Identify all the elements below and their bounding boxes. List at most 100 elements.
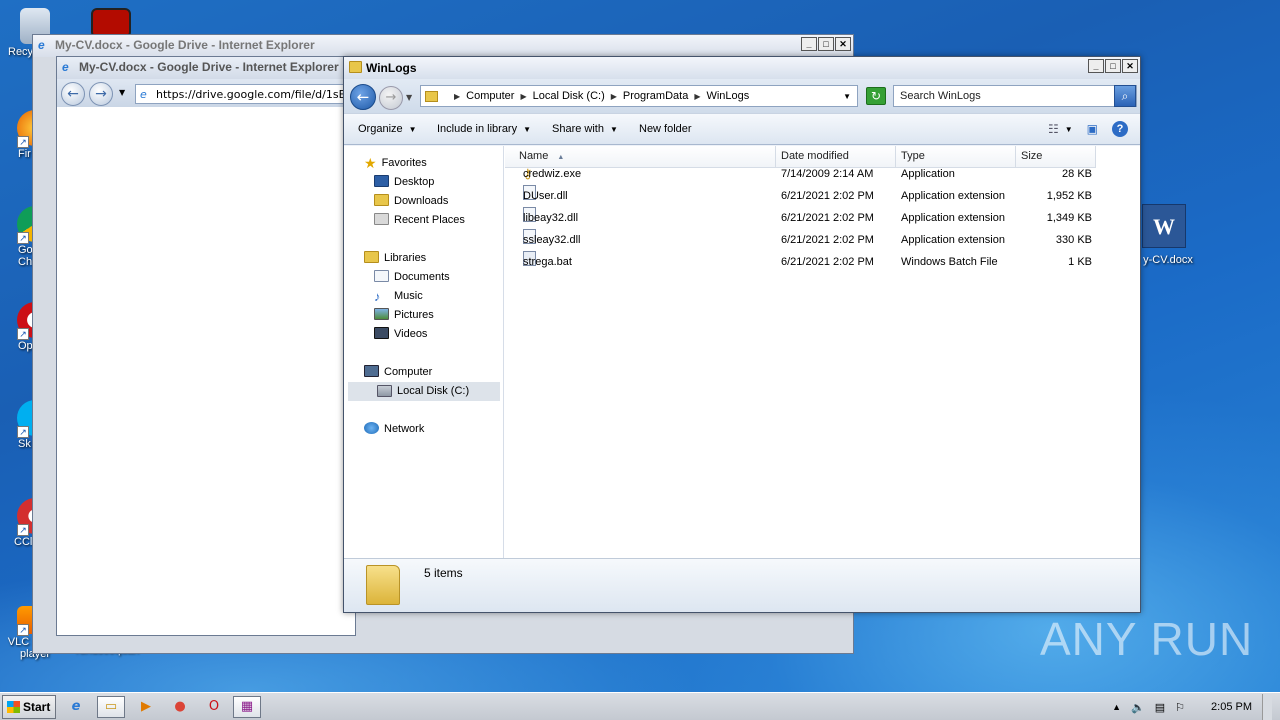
taskbar-winrar-icon[interactable]: ▦ [233,696,261,718]
organize-button[interactable]: Organize ▼ [358,123,417,135]
share-with-button[interactable]: Share with ▼ [552,123,618,135]
nav-item-desktop[interactable]: Desktop [374,173,434,192]
explorer-title: WinLogs [366,61,417,75]
forward-arrow-icon[interactable]: → [89,82,113,106]
ie-back-title: My-CV.docx - Google Drive - Internet Exp… [55,38,315,52]
refresh-icon[interactable]: ↻ [866,87,886,105]
start-label: Start [23,700,51,714]
breadcrumb-item-winlogs[interactable]: WinLogs [706,90,749,102]
maximize-button[interactable]: □ [818,37,834,51]
downloads-icon [374,194,389,206]
search-input[interactable]: Search WinLogs ⌕ [893,85,1137,107]
nav-item-music[interactable]: ♪ Music [374,287,423,306]
file-size: 1,952 KB [1046,190,1092,202]
nav-item-pictures[interactable]: Pictures [374,306,434,325]
view-options-icon[interactable]: ☷ [1048,122,1059,136]
chevron-down-icon[interactable]: ▼ [843,92,851,101]
chevron-down-icon[interactable]: ▼ [1065,125,1073,134]
close-button[interactable]: ✕ [835,37,851,51]
nav-label: Documents [394,271,450,283]
file-date: 7/14/2009 2:14 AM [781,168,874,180]
nav-label: Libraries [384,252,427,264]
chevron-down-icon[interactable]: ▼ [119,88,125,97]
taskbar-media-player-icon[interactable]: ▶ [132,696,160,718]
ie-back-titlebar[interactable]: e My-CV.docx - Google Drive - Internet E… [33,35,853,57]
volume-icon[interactable]: 🔈 [1131,701,1145,714]
explorer-window[interactable]: WinLogs _ □ ✕ ← → ▼ ▶ Computer ▶ Local D… [343,56,1141,613]
word-document-icon[interactable]: W [1142,204,1186,248]
maximize-button[interactable]: □ [1105,59,1121,73]
table-row[interactable]: ⚷ credwiz.exe 7/14/2009 2:14 AM Applicati… [505,163,1140,185]
ie-navbar: ← → ▼ e https://drive.google.com/file/d/… [57,79,365,107]
column-label: Size [1021,150,1043,162]
nav-item-recent-places[interactable]: Recent Places [374,211,465,230]
breadcrumb-item-computer[interactable]: Computer [466,90,514,102]
ie-front-titlebar[interactable]: e My-CV.docx - Google Drive - Internet E… [57,57,355,79]
breadcrumb[interactable]: ▶ Computer ▶ Local Disk (C:) ▶ ProgramDa… [420,85,858,107]
start-button[interactable]: Start [2,695,56,719]
explorer-address-row: ← → ▼ ▶ Computer ▶ Local Disk (C:) ▶ Pro… [344,79,1140,113]
explorer-titlebar[interactable]: WinLogs _ □ ✕ [344,57,1140,79]
taskbar: Start e ▭ ▶ ● O ▦ ▲ 🔈 ▤ ⚐ 2:05 PM [0,692,1280,720]
breadcrumb-item-programdata[interactable]: ProgramData [623,90,688,102]
ie-address-bar[interactable]: e https://drive.google.com/file/d/1sEMF [135,84,365,104]
forward-arrow-icon[interactable]: → [379,86,403,110]
folder-icon [366,565,400,605]
breadcrumb-item-local-disk[interactable]: Local Disk (C:) [533,90,605,102]
preview-pane-icon[interactable]: ▣ [1087,122,1098,136]
network-tray-icon[interactable]: ▤ [1155,701,1165,714]
recent-places-icon [374,213,389,225]
ie-page-icon: e [140,88,147,101]
nav-item-documents[interactable]: Documents [374,268,450,287]
breadcrumb-separator-icon[interactable]: ▶ [520,92,526,101]
ie-window-front[interactable]: e My-CV.docx - Google Drive - Internet E… [56,56,365,636]
taskbar-explorer-icon[interactable]: ▭ [97,696,125,718]
minimize-button[interactable]: _ [801,37,817,51]
taskbar-ie-icon[interactable]: e [62,696,90,718]
desktop-icon-label: Go Chr [18,244,36,268]
table-row[interactable]: libeay32.dll 6/21/2021 2:02 PM Applicati… [505,207,1140,229]
chevron-up-icon[interactable]: ▲ [1112,702,1121,712]
table-row[interactable]: ssleay32.dll 6/21/2021 2:02 PM Applicati… [505,229,1140,251]
new-folder-button[interactable]: New folder [639,123,692,135]
nav-item-network[interactable]: Network [364,420,424,439]
breadcrumb-separator-icon[interactable]: ▶ [694,92,700,101]
help-icon[interactable]: ? [1112,121,1128,137]
breadcrumb-separator-icon[interactable]: ▶ [454,92,460,101]
nav-item-computer[interactable]: Computer [364,363,432,382]
shortcut-arrow-icon: ↗ [17,524,29,536]
breadcrumb-separator-icon[interactable]: ▶ [611,92,617,101]
nav-item-local-disk[interactable]: Local Disk (C:) [348,382,500,401]
taskbar-chrome-icon[interactable]: ● [166,696,194,718]
include-in-library-button[interactable]: Include in library ▼ [437,123,531,135]
new-folder-label: New folder [639,123,692,135]
back-arrow-icon[interactable]: ← [61,82,85,106]
file-type: Application extension [901,212,1005,224]
file-date: 6/21/2021 2:02 PM [781,256,874,268]
nav-item-libraries[interactable]: Libraries [364,249,426,268]
table-row[interactable]: DUser.dll 6/21/2021 2:02 PM Application … [505,185,1140,207]
folder-icon [349,61,362,73]
close-button[interactable]: ✕ [1122,59,1138,73]
back-arrow-icon[interactable]: ← [350,84,376,110]
file-date: 6/21/2021 2:02 PM [781,212,874,224]
nav-item-favorites[interactable]: ★ Favorites [364,154,427,173]
minimize-button[interactable]: _ [1088,59,1104,73]
clock[interactable]: 2:05 PM [1211,701,1252,713]
file-list: Name ▲ Date modified Type Size ⚷ credwiz.… [505,146,1140,558]
file-date: 6/21/2021 2:02 PM [781,234,874,246]
table-row[interactable]: strega.bat 6/21/2021 2:02 PM Windows Bat… [505,251,1140,273]
chevron-down-icon[interactable]: ▼ [406,93,412,102]
nav-item-videos[interactable]: Videos [374,325,427,344]
item-count: 5 items [424,566,463,580]
computer-icon [364,365,379,377]
taskbar-opera-icon[interactable]: O [200,696,228,718]
show-desktop-button[interactable] [1262,694,1272,720]
window-controls: _ □ ✕ [801,37,851,51]
network-icon [364,422,379,434]
search-icon[interactable]: ⌕ [1114,85,1136,107]
nav-item-downloads[interactable]: Downloads [374,192,448,211]
system-tray: ▲ 🔈 ▤ ⚐ 2:05 PM [1112,693,1280,720]
flag-icon[interactable]: ⚐ [1175,701,1185,714]
file-name: libeay32.dll [523,212,579,224]
